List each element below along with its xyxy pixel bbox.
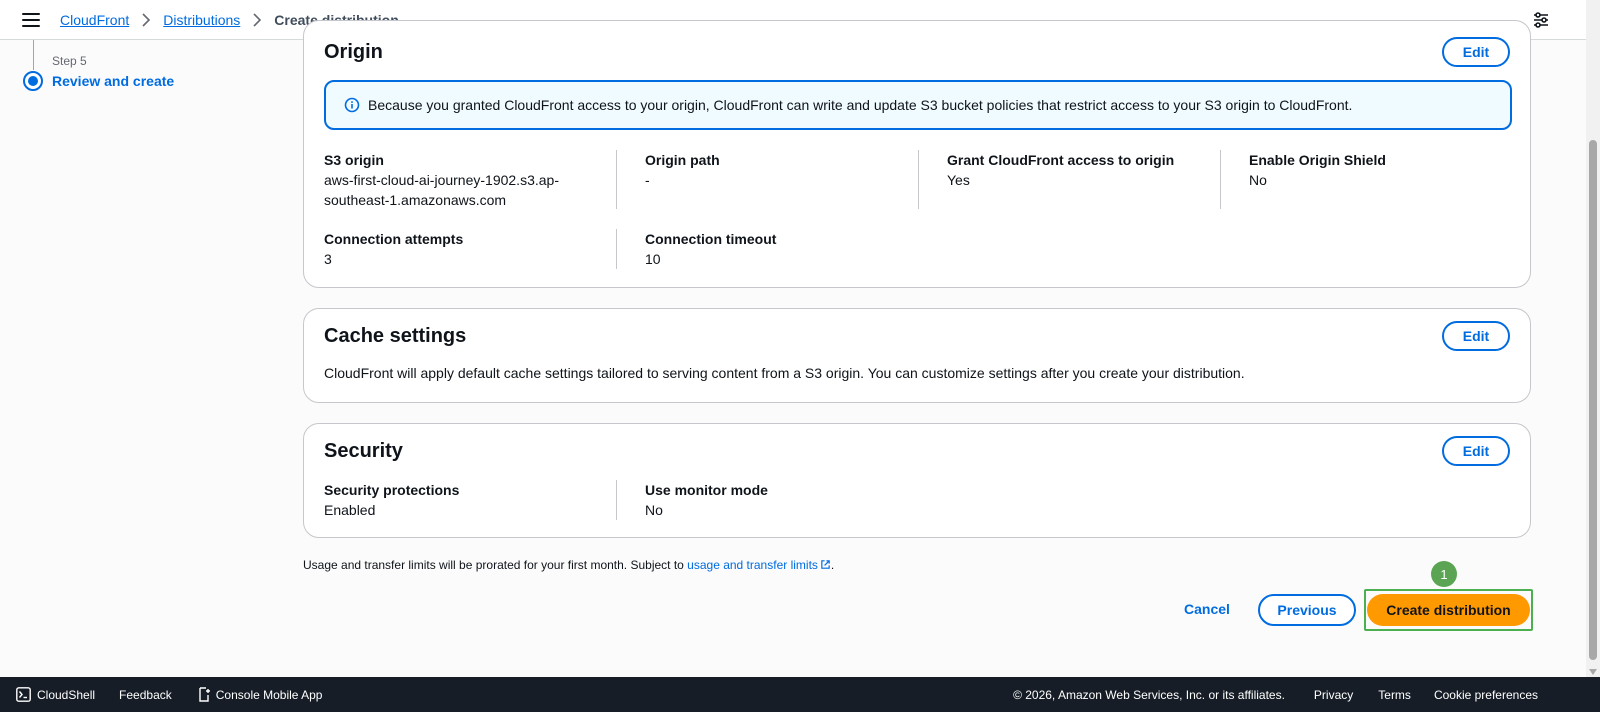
privacy-link[interactable]: Privacy xyxy=(1314,688,1353,702)
origin-edit-button[interactable]: Edit xyxy=(1442,37,1510,67)
step-connector xyxy=(33,40,34,70)
field-label: Use monitor mode xyxy=(645,482,768,498)
usage-text: Usage and transfer limits will be prorat… xyxy=(303,558,688,572)
security-container: Security Edit Security protections Enabl… xyxy=(303,423,1531,538)
divider xyxy=(616,150,617,209)
usage-limits-link[interactable]: usage and transfer limits xyxy=(687,558,831,572)
menu-icon[interactable] xyxy=(22,12,40,27)
field-label: Security protections xyxy=(324,482,460,498)
field-label: Connection attempts xyxy=(324,231,464,247)
step-annotation-badge: 1 xyxy=(1431,561,1457,587)
field-monitor-mode: Use monitor mode No xyxy=(645,480,925,520)
field-value: aws-first-cloud-ai-journey-1902.s3.ap- xyxy=(324,172,559,188)
mobile-app-icon xyxy=(199,687,210,702)
field-s3-origin: S3 origin aws-first-cloud-ai-journey-190… xyxy=(324,150,604,210)
security-edit-button[interactable]: Edit xyxy=(1442,436,1510,466)
cookie-preferences-link[interactable]: Cookie preferences xyxy=(1434,688,1538,702)
field-origin-path: Origin path - xyxy=(645,150,925,190)
field-label: Grant CloudFront access to origin xyxy=(947,152,1175,168)
usage-link-label: usage and transfer limits xyxy=(687,558,818,572)
field-connection-attempts: Connection attempts 3 xyxy=(324,229,604,269)
cache-settings-container: Cache settings Edit CloudFront will appl… xyxy=(303,308,1531,403)
cache-settings-description: CloudFront will apply default cache sett… xyxy=(324,365,1245,381)
field-value: Enabled xyxy=(324,502,376,518)
previous-button[interactable]: Previous xyxy=(1258,594,1356,626)
scroll-down-icon[interactable] xyxy=(1589,669,1597,675)
field-label: Origin path xyxy=(645,152,720,168)
cache-settings-title: Cache settings xyxy=(324,325,467,347)
field-value: Yes xyxy=(947,172,970,188)
field-label: Connection timeout xyxy=(645,231,777,247)
field-label: Enable Origin Shield xyxy=(1249,152,1386,168)
chevron-right-icon xyxy=(252,12,262,27)
page-scrollbar[interactable] xyxy=(1586,0,1600,677)
info-icon xyxy=(344,97,360,113)
cache-settings-edit-button[interactable]: Edit xyxy=(1442,321,1510,351)
field-grant-access: Grant CloudFront access to origin Yes xyxy=(947,150,1227,190)
field-label: S3 origin xyxy=(324,152,384,168)
divider xyxy=(1220,150,1221,209)
usage-suffix: . xyxy=(830,558,835,572)
cloudshell-label: CloudShell xyxy=(37,687,96,702)
copyright-text: © 2026, Amazon Web Services, Inc. or its… xyxy=(1013,687,1285,702)
console-footer: CloudShell Feedback Console Mobile App ©… xyxy=(0,677,1600,712)
external-link-icon xyxy=(821,560,830,569)
terms-link[interactable]: Terms xyxy=(1378,688,1411,702)
cloudshell-icon xyxy=(16,687,31,702)
divider xyxy=(616,229,617,269)
usage-note: Usage and transfer limits will be prorat… xyxy=(303,558,834,572)
field-origin-shield: Enable Origin Shield No xyxy=(1249,150,1529,190)
cloudshell-link[interactable]: CloudShell xyxy=(16,687,95,702)
field-value: No xyxy=(1249,172,1267,188)
field-connection-timeout: Connection timeout 10 xyxy=(645,229,925,269)
field-value: 10 xyxy=(645,251,661,267)
field-value: southeast-1.amazonaws.com xyxy=(324,192,507,208)
scrollbar-thumb[interactable] xyxy=(1589,140,1597,660)
create-distribution-button[interactable]: Create distribution xyxy=(1367,594,1530,626)
origin-info-alert: Because you granted CloudFront access to… xyxy=(324,80,1512,130)
security-title: Security xyxy=(324,440,403,462)
breadcrumb-cloudfront[interactable]: CloudFront xyxy=(60,12,129,28)
origin-container: Origin Edit Because you granted CloudFro… xyxy=(303,20,1531,288)
feedback-label: Feedback xyxy=(119,687,172,702)
feedback-link[interactable]: Feedback xyxy=(119,688,172,702)
breadcrumb-distributions[interactable]: Distributions xyxy=(163,12,240,28)
step-number: Step 5 xyxy=(52,54,87,68)
current-step-icon xyxy=(23,71,43,91)
step-review-and-create[interactable]: Review and create xyxy=(52,73,174,89)
chevron-right-icon xyxy=(141,12,151,27)
console-mobile-app-link[interactable]: Console Mobile App xyxy=(197,687,323,702)
divider xyxy=(918,150,919,209)
field-value: - xyxy=(645,172,650,188)
field-value: 3 xyxy=(324,251,332,267)
field-value: No xyxy=(645,502,663,518)
field-security-protections: Security protections Enabled xyxy=(324,480,604,520)
divider xyxy=(616,480,617,520)
origin-title: Origin xyxy=(324,41,383,63)
settings-icon[interactable] xyxy=(1532,11,1550,29)
mobile-app-label: Console Mobile App xyxy=(215,687,323,702)
cancel-button[interactable]: Cancel xyxy=(1178,597,1236,621)
origin-info-text: Because you granted CloudFront access to… xyxy=(368,97,1353,113)
